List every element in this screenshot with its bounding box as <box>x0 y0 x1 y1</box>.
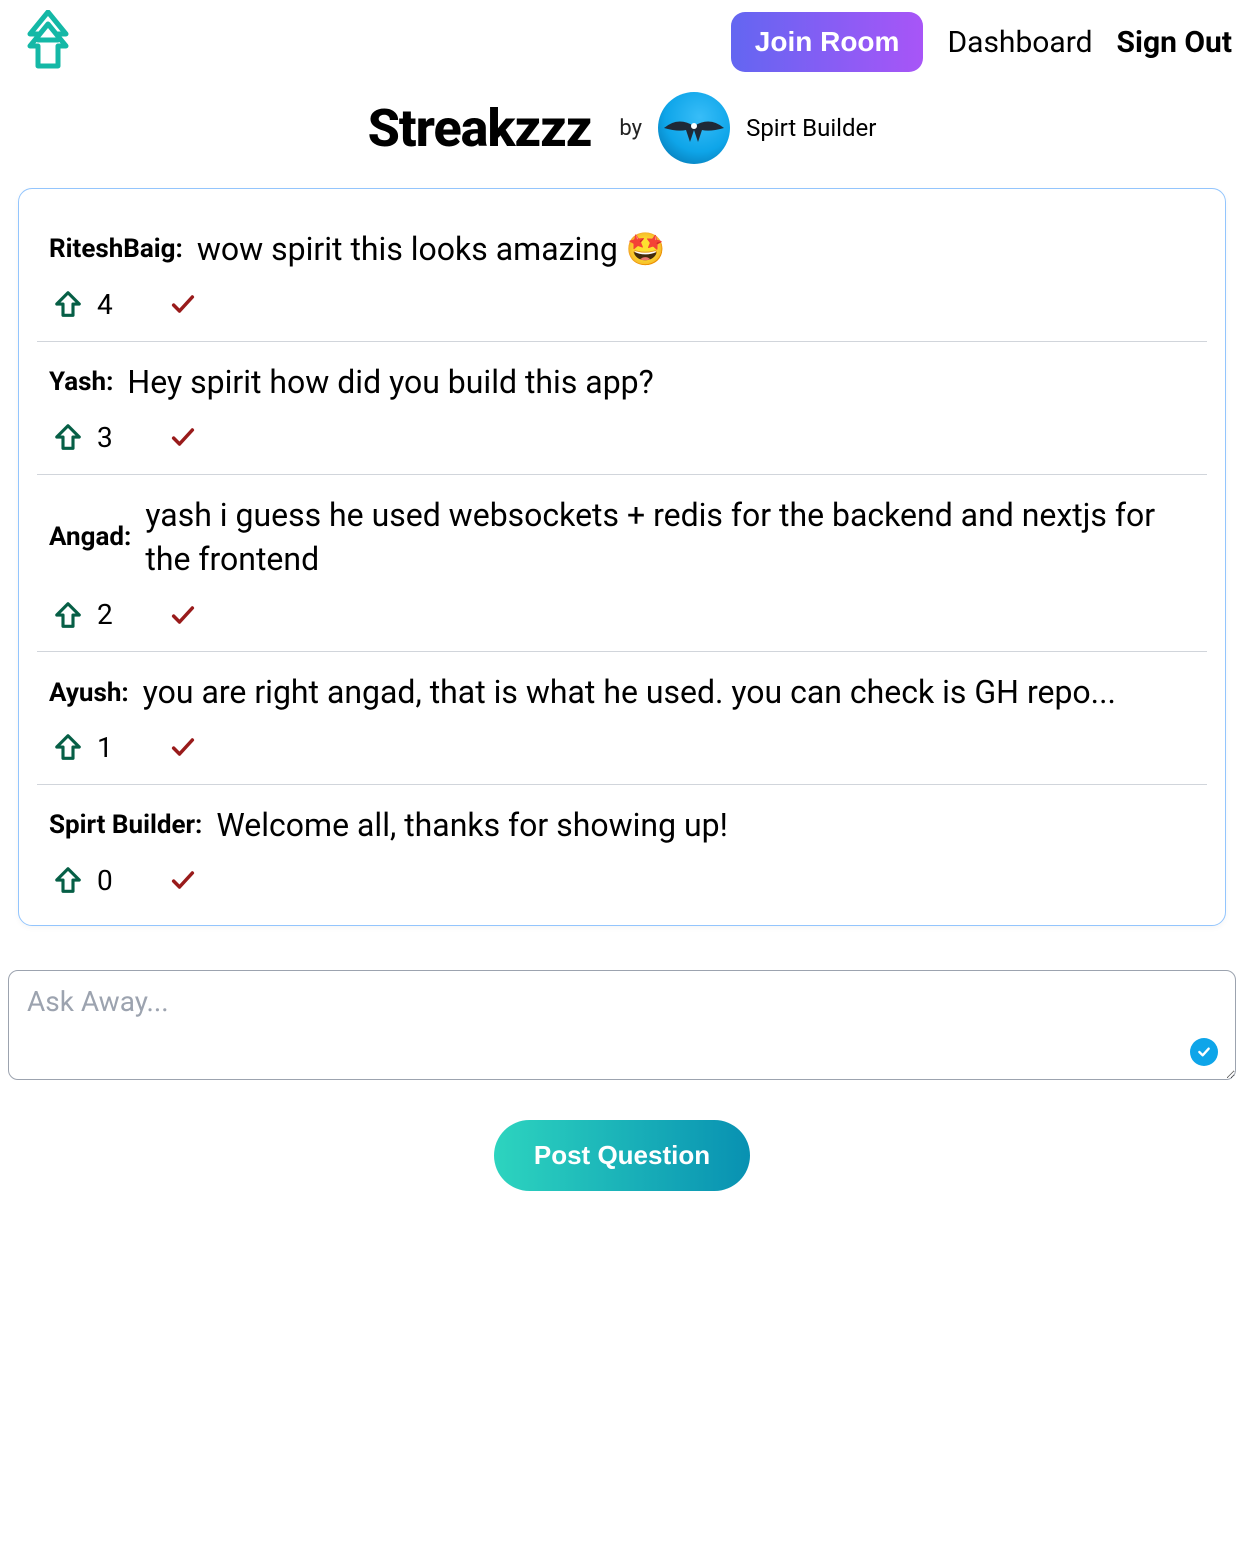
room-title: Streakzzz <box>368 98 592 159</box>
post-question-button[interactable]: Post Question <box>494 1120 750 1191</box>
question-input[interactable] <box>8 970 1236 1080</box>
join-room-button[interactable]: Join Room <box>731 12 924 72</box>
author-avatar <box>658 92 730 164</box>
check-button[interactable] <box>169 866 197 894</box>
logo-icon[interactable] <box>24 10 72 74</box>
checkmark-icon <box>169 601 197 629</box>
upvote-icon <box>53 422 83 452</box>
check-button[interactable] <box>169 423 197 451</box>
messages-container: RiteshBaig: wow spirit this looks amazin… <box>18 188 1226 926</box>
message-text: wow spirit this looks amazing 🤩 <box>197 227 1195 272</box>
upvote-button[interactable] <box>53 600 83 630</box>
message-item: Spirt Builder: Welcome all, thanks for s… <box>37 785 1207 917</box>
message-item: Angad: yash i guess he used websockets +… <box>37 475 1207 653</box>
message-item: RiteshBaig: wow spirit this looks amazin… <box>37 209 1207 342</box>
author-name: Spirt Builder <box>746 114 876 142</box>
upvote-button[interactable] <box>53 289 83 319</box>
upvote-icon <box>53 732 83 762</box>
message-item: Yash: Hey spirit how did you build this … <box>37 342 1207 475</box>
nav-right: Join Room Dashboard Sign Out <box>731 12 1232 72</box>
message-text: Hey spirit how did you build this app? <box>127 360 1195 405</box>
message-text: yash i guess he used websockets + redis … <box>145 493 1195 583</box>
upvote-icon <box>53 289 83 319</box>
check-button[interactable] <box>169 733 197 761</box>
checkmark-icon <box>169 423 197 451</box>
upvote-count: 2 <box>97 598 113 631</box>
upvote-button[interactable] <box>53 422 83 452</box>
message-text: you are right angad, that is what he use… <box>143 670 1195 715</box>
room-meta: by Spirt Builder <box>619 92 876 164</box>
by-label: by <box>619 116 642 141</box>
post-button-wrap: Post Question <box>0 1120 1244 1231</box>
upvote-count: 4 <box>97 288 113 321</box>
checkmark-icon <box>169 733 197 761</box>
check-button[interactable] <box>169 290 197 318</box>
input-verified-icon <box>1190 1038 1218 1066</box>
message-username: Ayush: <box>49 678 129 708</box>
checkmark-icon <box>169 290 197 318</box>
upvote-icon <box>53 600 83 630</box>
upvote-button[interactable] <box>53 732 83 762</box>
message-username: RiteshBaig: <box>49 234 183 264</box>
message-username: Spirt Builder: <box>49 810 202 840</box>
message-username: Angad: <box>49 522 131 552</box>
upvote-count: 0 <box>97 864 113 897</box>
upvote-button[interactable] <box>53 865 83 895</box>
signout-link[interactable]: Sign Out <box>1117 25 1232 60</box>
check-button[interactable] <box>169 601 197 629</box>
app-header: Join Room Dashboard Sign Out <box>0 0 1244 84</box>
checkmark-icon <box>169 866 197 894</box>
dashboard-link[interactable]: Dashboard <box>947 25 1092 60</box>
upvote-count: 3 <box>97 421 113 454</box>
room-header: Streakzzz by Spirt Builder <box>0 84 1244 188</box>
message-username: Yash: <box>49 367 113 397</box>
message-item: Ayush: you are right angad, that is what… <box>37 652 1207 785</box>
input-area <box>8 970 1236 1084</box>
message-text: Welcome all, thanks for showing up! <box>216 803 1195 848</box>
upvote-icon <box>53 865 83 895</box>
upvote-count: 1 <box>97 731 113 764</box>
